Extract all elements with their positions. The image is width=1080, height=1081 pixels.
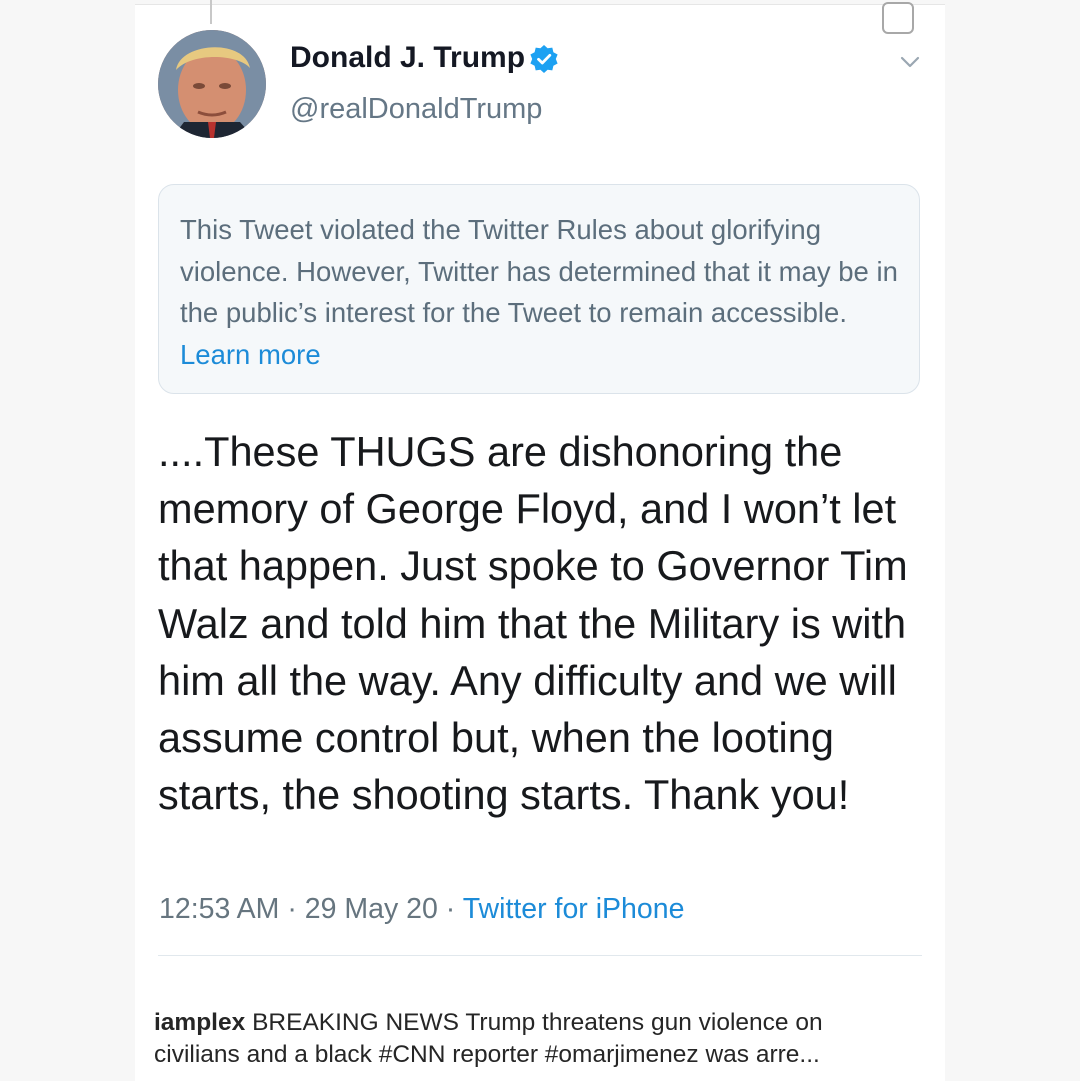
caption-text-2: civilians and a black #CNN reporter #oma… <box>154 1041 820 1068</box>
author-handle[interactable]: @realDonaldTrump <box>290 93 542 126</box>
tweet-time[interactable]: 12:53 AM <box>159 893 279 925</box>
notice-text: This Tweet violated the Twitter Rules ab… <box>180 214 898 329</box>
meta-separator: · <box>287 893 297 925</box>
author-name[interactable]: Donald J. Trump <box>290 41 525 75</box>
divider <box>158 955 922 956</box>
avatar[interactable] <box>158 30 266 138</box>
thread-line <box>210 0 212 24</box>
learn-more-link[interactable]: Learn more <box>180 339 321 370</box>
chevron-down-icon[interactable] <box>898 50 922 74</box>
tweet-date[interactable]: 29 May 20 <box>305 893 438 925</box>
checkbox-icon[interactable] <box>882 2 914 34</box>
caption-username[interactable]: iamplex <box>154 1009 245 1036</box>
tweet-source-link[interactable]: Twitter for iPhone <box>463 893 685 925</box>
tweet-meta: 12:53 AM · 29 May 20 · Twitter for iPhon… <box>159 893 684 926</box>
caption-line-1: iamplex BREAKING NEWS Trump threatens gu… <box>154 1007 914 1039</box>
tweet-text: ....These THUGS are dishonoring the memo… <box>158 428 908 819</box>
rules-notice: This Tweet violated the Twitter Rules ab… <box>158 184 920 394</box>
meta-separator: · <box>445 893 456 925</box>
verified-badge-icon <box>530 45 558 73</box>
post-caption: iamplex BREAKING NEWS Trump threatens gu… <box>154 1007 914 1071</box>
avatar-portrait-icon <box>158 30 266 138</box>
caption-text-1: BREAKING NEWS Trump threatens gun violen… <box>252 1009 823 1036</box>
